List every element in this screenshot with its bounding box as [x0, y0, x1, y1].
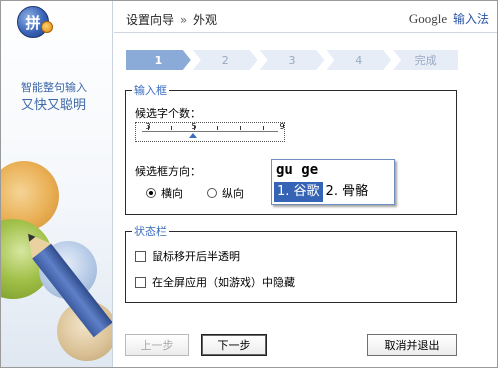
step-1: 1	[126, 50, 191, 70]
checkbox-hide-in-fullscreen[interactable]: 在全屏应用（如游戏）中隐藏	[135, 274, 295, 290]
candidate-count-label: 候选字个数：	[135, 107, 201, 120]
sidebar: 拼 智能整句输入 又快又聪明	[1, 1, 113, 367]
checkbox-hide-fullscreen-label: 在全屏应用（如游戏）中隐藏	[152, 276, 295, 289]
candidate-list: 1. 谷歌 2. 骨骼	[274, 182, 371, 202]
checkbox-translucent-on-mouse-leave[interactable]: 鼠标移开后半透明	[135, 248, 240, 264]
composition-text: gu ge	[276, 162, 319, 178]
slogan-line-2: 又快又聪明	[21, 98, 87, 113]
slogan-line-1: 智能整句输入	[21, 81, 87, 94]
candidate-count-slider[interactable]: 3 5 9	[135, 122, 285, 142]
step-3: 3	[260, 50, 325, 70]
slider-tick	[148, 126, 149, 130]
setup-wizard-window: 拼 智能整句输入 又快又聪明 设置向导 » 外观 Google 输入法 1 2	[0, 0, 498, 368]
slider-tick-label-max: 9	[279, 122, 285, 131]
checkbox-translucent-label: 鼠标移开后半透明	[152, 250, 240, 263]
step-progress-bar: 1 2 3 4 完成	[126, 50, 458, 70]
slider-thumb[interactable]	[188, 133, 197, 138]
breadcrumb: 设置向导 » 外观	[126, 11, 217, 28]
slogan: 智能整句输入 又快又聪明	[21, 79, 87, 115]
brand: Google 输入法	[409, 10, 489, 27]
breadcrumb-separator: »	[179, 13, 188, 27]
slider-tick	[194, 126, 195, 130]
candidate-item: 2. 骨骼	[325, 184, 369, 199]
status-bar-group-title: 状态栏	[132, 225, 169, 238]
breadcrumb-current: 外观	[193, 13, 218, 27]
step-2: 2	[193, 50, 258, 70]
cancel-and-exit-button[interactable]: 取消并退出	[367, 334, 457, 356]
input-box-group-title: 输入框	[132, 84, 169, 97]
step-4: 4	[326, 50, 391, 70]
radio-vertical[interactable]: 纵向	[207, 185, 244, 201]
breadcrumb-main: 设置向导	[126, 13, 175, 27]
radio-vertical-dot[interactable]	[207, 188, 217, 198]
step-finish: 完成	[393, 50, 458, 70]
radio-horizontal-label: 横向	[161, 187, 183, 200]
radio-horizontal-dot[interactable]	[146, 188, 156, 198]
candidate-item-selected: 1. 谷歌	[274, 182, 323, 202]
checkbox-hide-fullscreen-box[interactable]	[135, 276, 146, 288]
status-bar-group: 状态栏	[125, 225, 457, 303]
radio-vertical-label: 纵向	[222, 187, 244, 200]
logo-dot-icon	[41, 21, 53, 33]
slider-tick	[263, 126, 264, 130]
slider-track	[142, 131, 278, 132]
candidate-direction-label: 候选框方向：	[135, 165, 201, 178]
slider-tick	[240, 126, 241, 130]
candidate-window-preview: gu ge 1. 谷歌 2. 骨骼	[271, 159, 395, 205]
brand-ime: 输入法	[452, 12, 489, 26]
slider-tick	[171, 126, 172, 130]
header: 设置向导 » 外观 Google 输入法	[114, 1, 497, 33]
previous-step-button[interactable]: 上一步	[125, 334, 189, 356]
next-step-button[interactable]: 下一步	[201, 334, 267, 356]
logo-char: 拼	[25, 13, 41, 32]
checkbox-translucent-box[interactable]	[135, 250, 146, 262]
brand-google: Google	[408, 11, 448, 26]
radio-horizontal[interactable]: 横向	[146, 185, 183, 201]
slider-tick	[217, 126, 218, 130]
